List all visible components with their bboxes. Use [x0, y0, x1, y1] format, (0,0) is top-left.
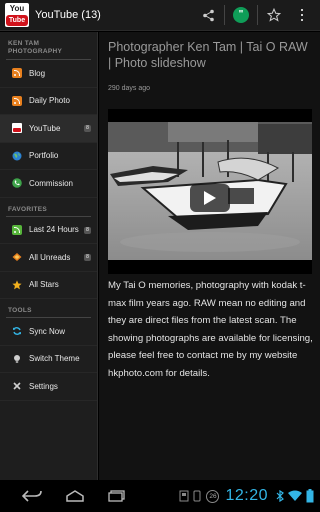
unread-badge: 8: [84, 254, 91, 261]
clock: 12:20: [225, 487, 268, 504]
section-header: KEN TAM PHOTOGRAPHY: [8, 40, 63, 55]
sidebar-item-label: Daily Photo: [29, 96, 70, 106]
star-icon: [12, 280, 22, 290]
sidebar-item-all-unreads[interactable]: All Unreads 8: [0, 244, 97, 272]
rss-icon: [12, 95, 22, 106]
overflow-menu-button[interactable]: [288, 0, 316, 31]
youtube-logo-icon[interactable]: You Tube: [5, 3, 29, 27]
recent-apps-button[interactable]: [108, 480, 126, 512]
home-icon: [66, 490, 84, 502]
back-icon: [22, 490, 42, 502]
sidebar-item-all-stars[interactable]: All Stars: [0, 272, 97, 299]
sync-icon: [13, 327, 21, 336]
sidebar-item-blog[interactable]: Blog: [0, 60, 97, 88]
hangouts-icon: ": [233, 7, 249, 23]
sidebar-item-label: Switch Theme: [29, 354, 80, 364]
sidebar-item-portfolio[interactable]: Portfolio: [0, 143, 97, 170]
unread-badge: 8: [84, 226, 91, 234]
phone-icon: [12, 178, 22, 189]
notification-icon: [179, 490, 189, 502]
article-title[interactable]: Photographer Ken Tam | Tai O RAW | Photo…: [108, 40, 313, 71]
sidebar-item-label: Sync Now: [29, 326, 66, 336]
bulb-icon: [14, 354, 20, 363]
sidebar-item-label: Settings: [29, 381, 58, 391]
section-header: TOOLS: [8, 307, 32, 314]
star-outline-icon: [267, 8, 281, 22]
star-button[interactable]: [260, 0, 288, 31]
back-button[interactable]: [22, 480, 42, 512]
divider: [257, 5, 258, 25]
hangouts-button[interactable]: ": [227, 0, 255, 31]
unread-badge: 8: [84, 125, 91, 132]
sidebar-item-label: All Unreads: [29, 252, 71, 262]
share-button[interactable]: [194, 0, 222, 31]
action-bar: You Tube YouTube (13) ": [0, 0, 320, 31]
wifi-icon: [288, 490, 302, 501]
share-icon: [202, 9, 214, 21]
sidebar-item-daily-photo[interactable]: Daily Photo: [0, 88, 97, 115]
globe-icon: [12, 151, 22, 161]
sidebar-item-label: Portfolio: [29, 151, 59, 161]
video-player[interactable]: [108, 109, 312, 274]
divider: [224, 5, 225, 25]
battery-icon: [306, 489, 314, 503]
article-date: 290 days ago: [108, 85, 151, 92]
recent-apps-icon: [108, 490, 125, 502]
bluetooth-icon: [276, 490, 284, 502]
device-icon: [193, 490, 201, 502]
sidebar-item-label: Last 24 Hours: [29, 225, 79, 235]
play-icon: [204, 191, 216, 205]
sidebar-item-switch-theme[interactable]: Switch Theme: [0, 346, 97, 373]
more-vert-icon: [301, 9, 303, 21]
sidebar-item-label: Commission: [29, 178, 74, 188]
sidebar-item-last-24-hours[interactable]: Last 24 Hours 8: [0, 217, 97, 244]
sidebar-item-sync-now[interactable]: Sync Now: [0, 318, 97, 346]
system-navigation-bar: 26 12:20: [0, 480, 320, 512]
youtube-icon: [12, 123, 22, 134]
article-pane[interactable]: Photographer Ken Tam | Tai O RAW | Photo…: [99, 32, 320, 480]
rss-icon: [12, 224, 22, 235]
video-thumbnail: [108, 122, 312, 260]
section-feeds: KEN TAM PHOTOGRAPHY: [0, 32, 97, 60]
notification-count-badge: 26: [206, 489, 220, 503]
sidebar-item-settings[interactable]: Settings: [0, 373, 97, 401]
sidebar-item-label: All Stars: [29, 280, 59, 290]
article-body: My Tai O memories, photography with koda…: [108, 280, 313, 379]
section-header: FAVORITES: [8, 205, 48, 213]
section-tools: TOOLS: [0, 299, 97, 318]
section-favorites: FAVORITES: [0, 198, 97, 217]
app-title: YouTube (13): [35, 9, 101, 21]
rss-icon: [12, 68, 22, 79]
play-button[interactable]: [190, 184, 230, 212]
sidebar-item-label: Blog: [29, 68, 46, 78]
sidebar: KEN TAM PHOTOGRAPHY Blog Daily Photo You…: [0, 32, 98, 480]
sidebar-item-commission[interactable]: Commission: [0, 170, 97, 198]
sidebar-item-youtube[interactable]: YouTube 8: [0, 115, 97, 143]
status-area[interactable]: 26 12:20: [179, 480, 314, 512]
home-button[interactable]: [66, 480, 84, 512]
stack-icon: [12, 253, 22, 262]
sidebar-item-label: YouTube: [29, 123, 61, 133]
wrench-icon: [13, 382, 21, 390]
